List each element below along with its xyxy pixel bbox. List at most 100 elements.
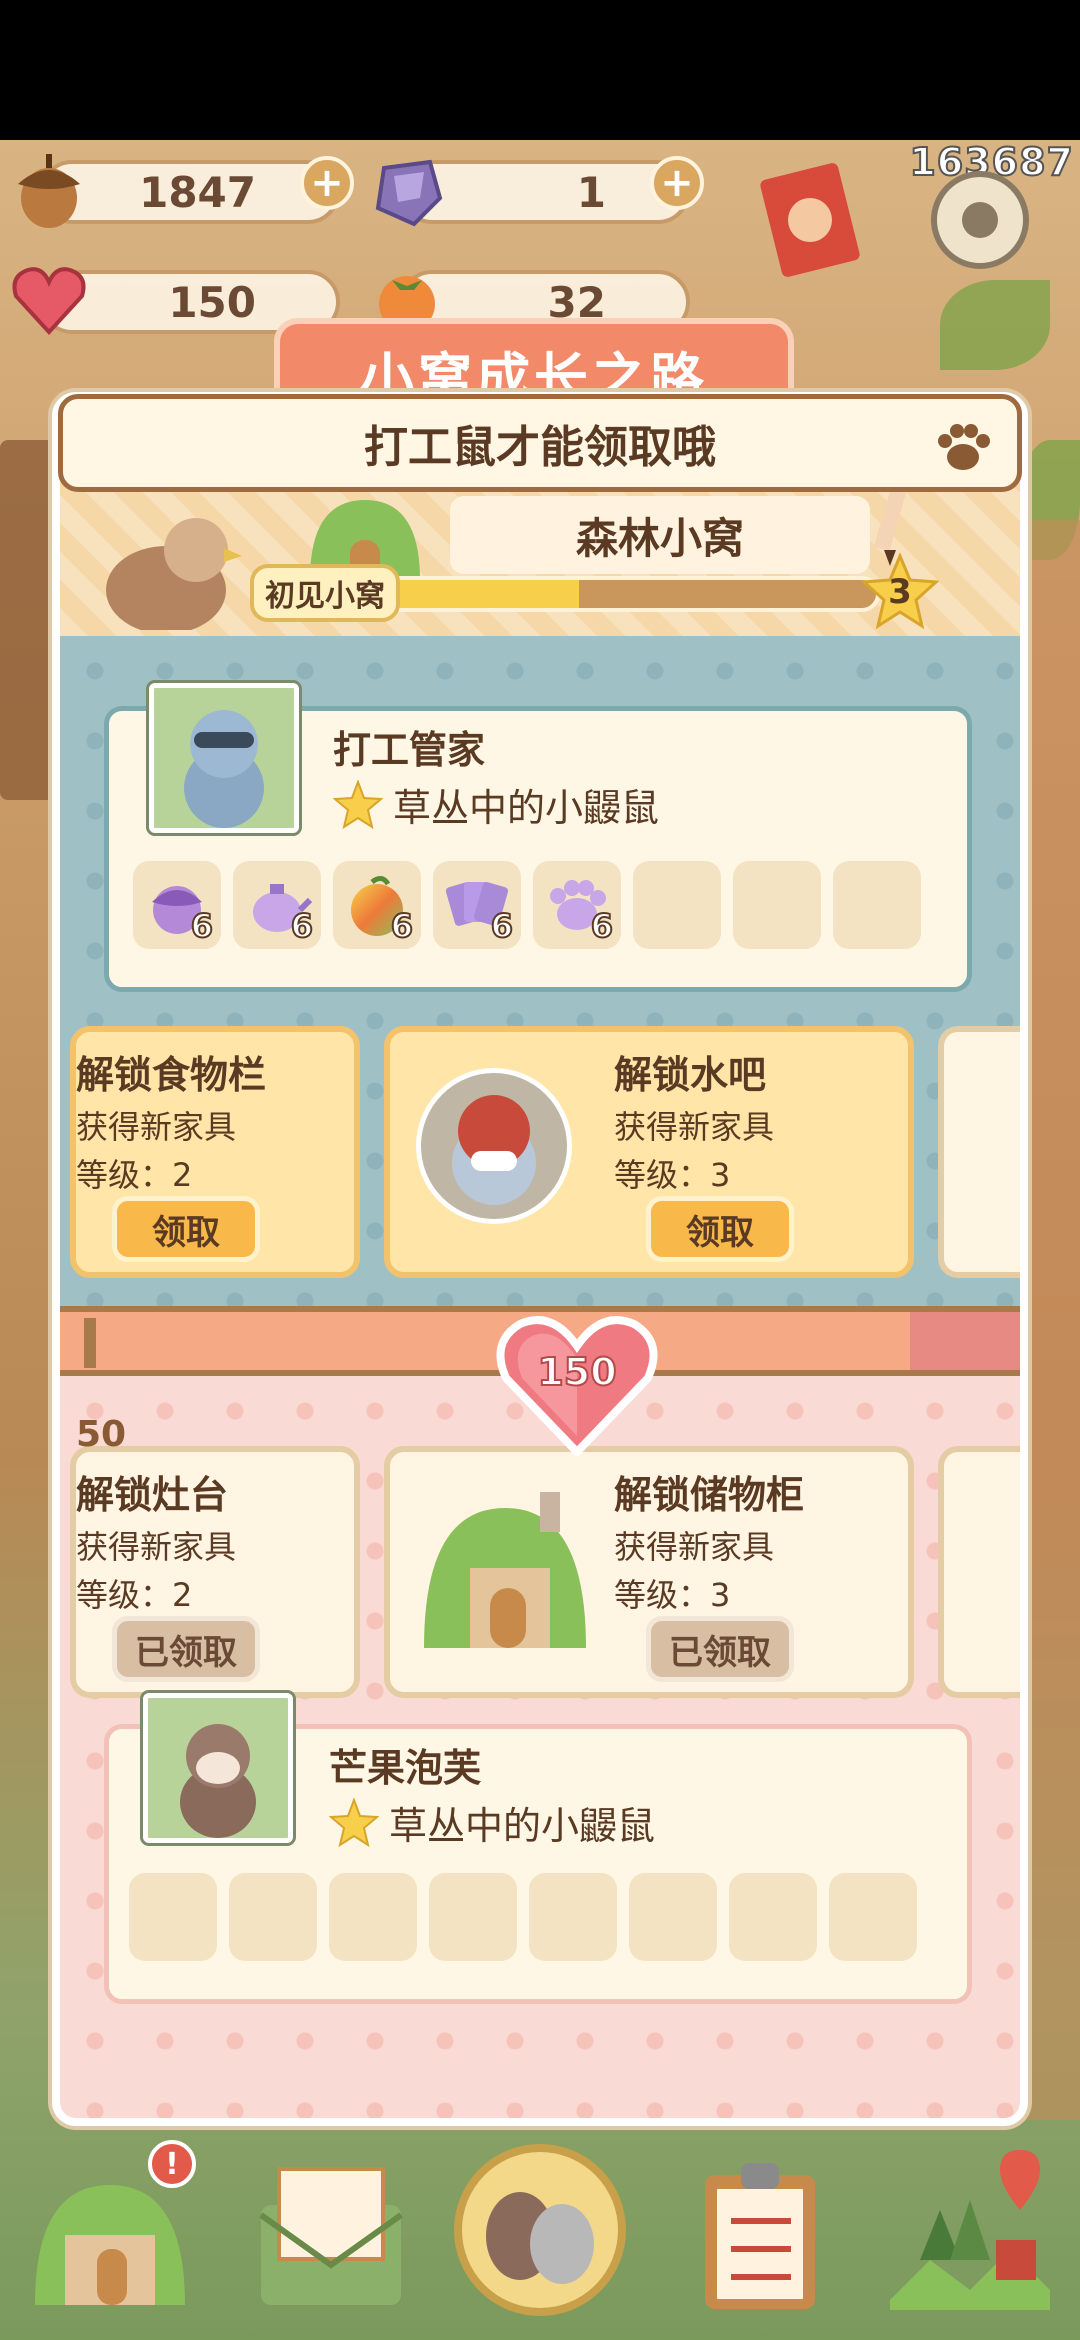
add-gem-button[interactable]: + (650, 156, 704, 210)
reward-title: 解锁储物柜 (614, 1473, 805, 1517)
slot-empty (829, 1873, 917, 1961)
reward-subtitle: 获得新家具 (76, 1108, 237, 1146)
reward-level: 等级：2 (76, 1156, 193, 1194)
paw-icon (933, 419, 993, 475)
map-pin-icon (890, 2150, 1050, 2310)
slot-empty (429, 1873, 517, 1961)
star-icon (333, 779, 383, 829)
acorn-icon (6, 148, 92, 234)
reward-card-storage[interactable]: 解锁储物柜 获得新家具 等级：3 已领取 (384, 1446, 914, 1698)
alert-badge: ! (148, 2140, 196, 2188)
slot-empty (729, 1873, 817, 1961)
character-portrait[interactable] (143, 1693, 293, 1843)
nav-map[interactable] (880, 2140, 1060, 2320)
slot-rainbow-fruit[interactable]: 6 (333, 861, 421, 949)
clipboard-icon (705, 2163, 815, 2309)
claimed-button[interactable]: 已领取 (112, 1616, 260, 1682)
character-title-row: 草丛中的小鼹鼠 (329, 1795, 655, 1850)
add-acorn-button[interactable]: + (300, 156, 354, 210)
slot-cards[interactable]: 6 (433, 861, 521, 949)
milestone-section-claimed: 解锁灶台 获得新家具 等级：2 已领取 解锁储物柜 获得新家具 等级：3 已领取… (60, 1376, 1020, 2118)
claimed-button[interactable]: 已领取 (646, 1616, 794, 1682)
purple-gem-icon (364, 148, 450, 234)
reward-portrait-avatar (416, 1068, 572, 1224)
slot-purple-acorn[interactable]: 6 (133, 861, 221, 949)
item-count: 6 (190, 906, 214, 946)
reward-title: 解锁水吧 (614, 1053, 767, 1097)
slot-empty (833, 861, 921, 949)
divider-segment (910, 1312, 1020, 1370)
nav-tasks[interactable] (670, 2140, 850, 2320)
reward-card-stove[interactable]: 解锁灶台 获得新家具 等级：2 已领取 (70, 1446, 360, 1698)
slot-empty (129, 1873, 217, 1961)
claim-button[interactable]: 领取 (112, 1196, 260, 1262)
heart-crystal-icon (6, 256, 92, 342)
claim-button[interactable]: 领取 (646, 1196, 794, 1262)
level-number: 3 (888, 572, 912, 612)
level-star-icon: 3 (860, 552, 940, 632)
character-title-row: 草丛中的小鼹鼠 (333, 777, 659, 832)
reward-card-next[interactable] (938, 1026, 1020, 1278)
level-name-label: 初见小窝 (250, 564, 400, 622)
toast-text: 打工鼠才能领取哦 (364, 422, 716, 473)
character-name: 芒果泡芙 (329, 1746, 482, 1790)
reward-card-food-bar[interactable]: 解锁食物栏 获得新家具 等级：2 领取 (70, 1026, 360, 1278)
status-bar (0, 0, 1080, 140)
threshold-label: 50 (76, 1414, 127, 1455)
slot-teapot[interactable]: 6 (233, 861, 321, 949)
character-title: 草丛中的小鼹鼠 (389, 1804, 656, 1848)
item-count: 6 (290, 906, 314, 946)
star-icon (329, 1797, 379, 1847)
toast-message: 打工鼠才能领取哦 (58, 394, 1022, 492)
slot-paw[interactable]: 6 (533, 861, 621, 949)
acorn-count: 1847 (139, 167, 256, 217)
heart-crystal-count: 150 (168, 277, 256, 327)
item-slots: 6 6 6 6 6 (133, 861, 921, 949)
slot-empty (629, 1873, 717, 1961)
item-count: 6 (390, 906, 414, 946)
character-title: 草丛中的小鼹鼠 (393, 786, 660, 830)
mail-envelope-icon (259, 2167, 403, 2305)
heart-requirement: 150 (536, 1349, 617, 1395)
character-card: 打工管家 草丛中的小鼹鼠 6 6 6 6 6 (104, 683, 972, 992)
nest-name: 森林小窝 (575, 513, 744, 563)
level-name: 初见小窝 (265, 579, 385, 614)
bird-illustration (86, 500, 246, 634)
nav-house[interactable]: ! (20, 2140, 200, 2320)
reward-level: 等级：3 (614, 1156, 731, 1194)
nav-mail[interactable] (240, 2140, 420, 2320)
character-portrait[interactable] (149, 683, 299, 833)
item-count: 6 (490, 906, 514, 946)
reward-level: 等级：3 (614, 1576, 731, 1614)
reward-subtitle: 获得新家具 (76, 1528, 237, 1566)
slot-empty (633, 861, 721, 949)
bookshelf-left (0, 440, 60, 800)
slot-empty (529, 1873, 617, 1961)
bottom-navigation: ! (0, 2140, 1080, 2340)
growth-path-panel: 森林小窝 初见小窝 3 打工管家 草丛中的小鼹鼠 6 6 6 6 6 解锁食物栏… (52, 392, 1028, 2126)
milestone-section-current: 打工管家 草丛中的小鼹鼠 6 6 6 6 6 解锁食物栏 获得新家具 等级：2 … (60, 636, 1020, 1306)
nav-birds[interactable] (450, 2140, 630, 2320)
house-illustration (410, 1478, 600, 1658)
slot-empty (733, 861, 821, 949)
nest-name-box: 森林小窝 (450, 496, 870, 574)
reward-level: 等级：2 (76, 1576, 193, 1614)
birds-circle-icon (454, 2144, 626, 2316)
item-count: 6 (590, 906, 614, 946)
reward-card-water-bar[interactable]: 解锁水吧 获得新家具 等级：3 领取 (384, 1026, 914, 1278)
item-slots (129, 1873, 917, 1961)
gem-count: 1 (576, 167, 606, 217)
leaf-decoration (940, 280, 1050, 370)
slot-empty (229, 1873, 317, 1961)
reward-subtitle: 获得新家具 (614, 1528, 775, 1566)
reward-title: 解锁灶台 (76, 1473, 229, 1517)
settings-gear-icon[interactable] (920, 160, 1040, 280)
slot-empty (329, 1873, 417, 1961)
character-card: 芒果泡芙 草丛中的小鼹鼠 (104, 1693, 972, 2004)
divider-tick (84, 1318, 96, 1368)
reward-title: 解锁食物栏 (76, 1053, 267, 1097)
reward-subtitle: 获得新家具 (614, 1108, 775, 1146)
reward-card-next[interactable] (938, 1446, 1020, 1698)
book-icon[interactable] (760, 160, 870, 280)
character-name: 打工管家 (333, 728, 486, 772)
